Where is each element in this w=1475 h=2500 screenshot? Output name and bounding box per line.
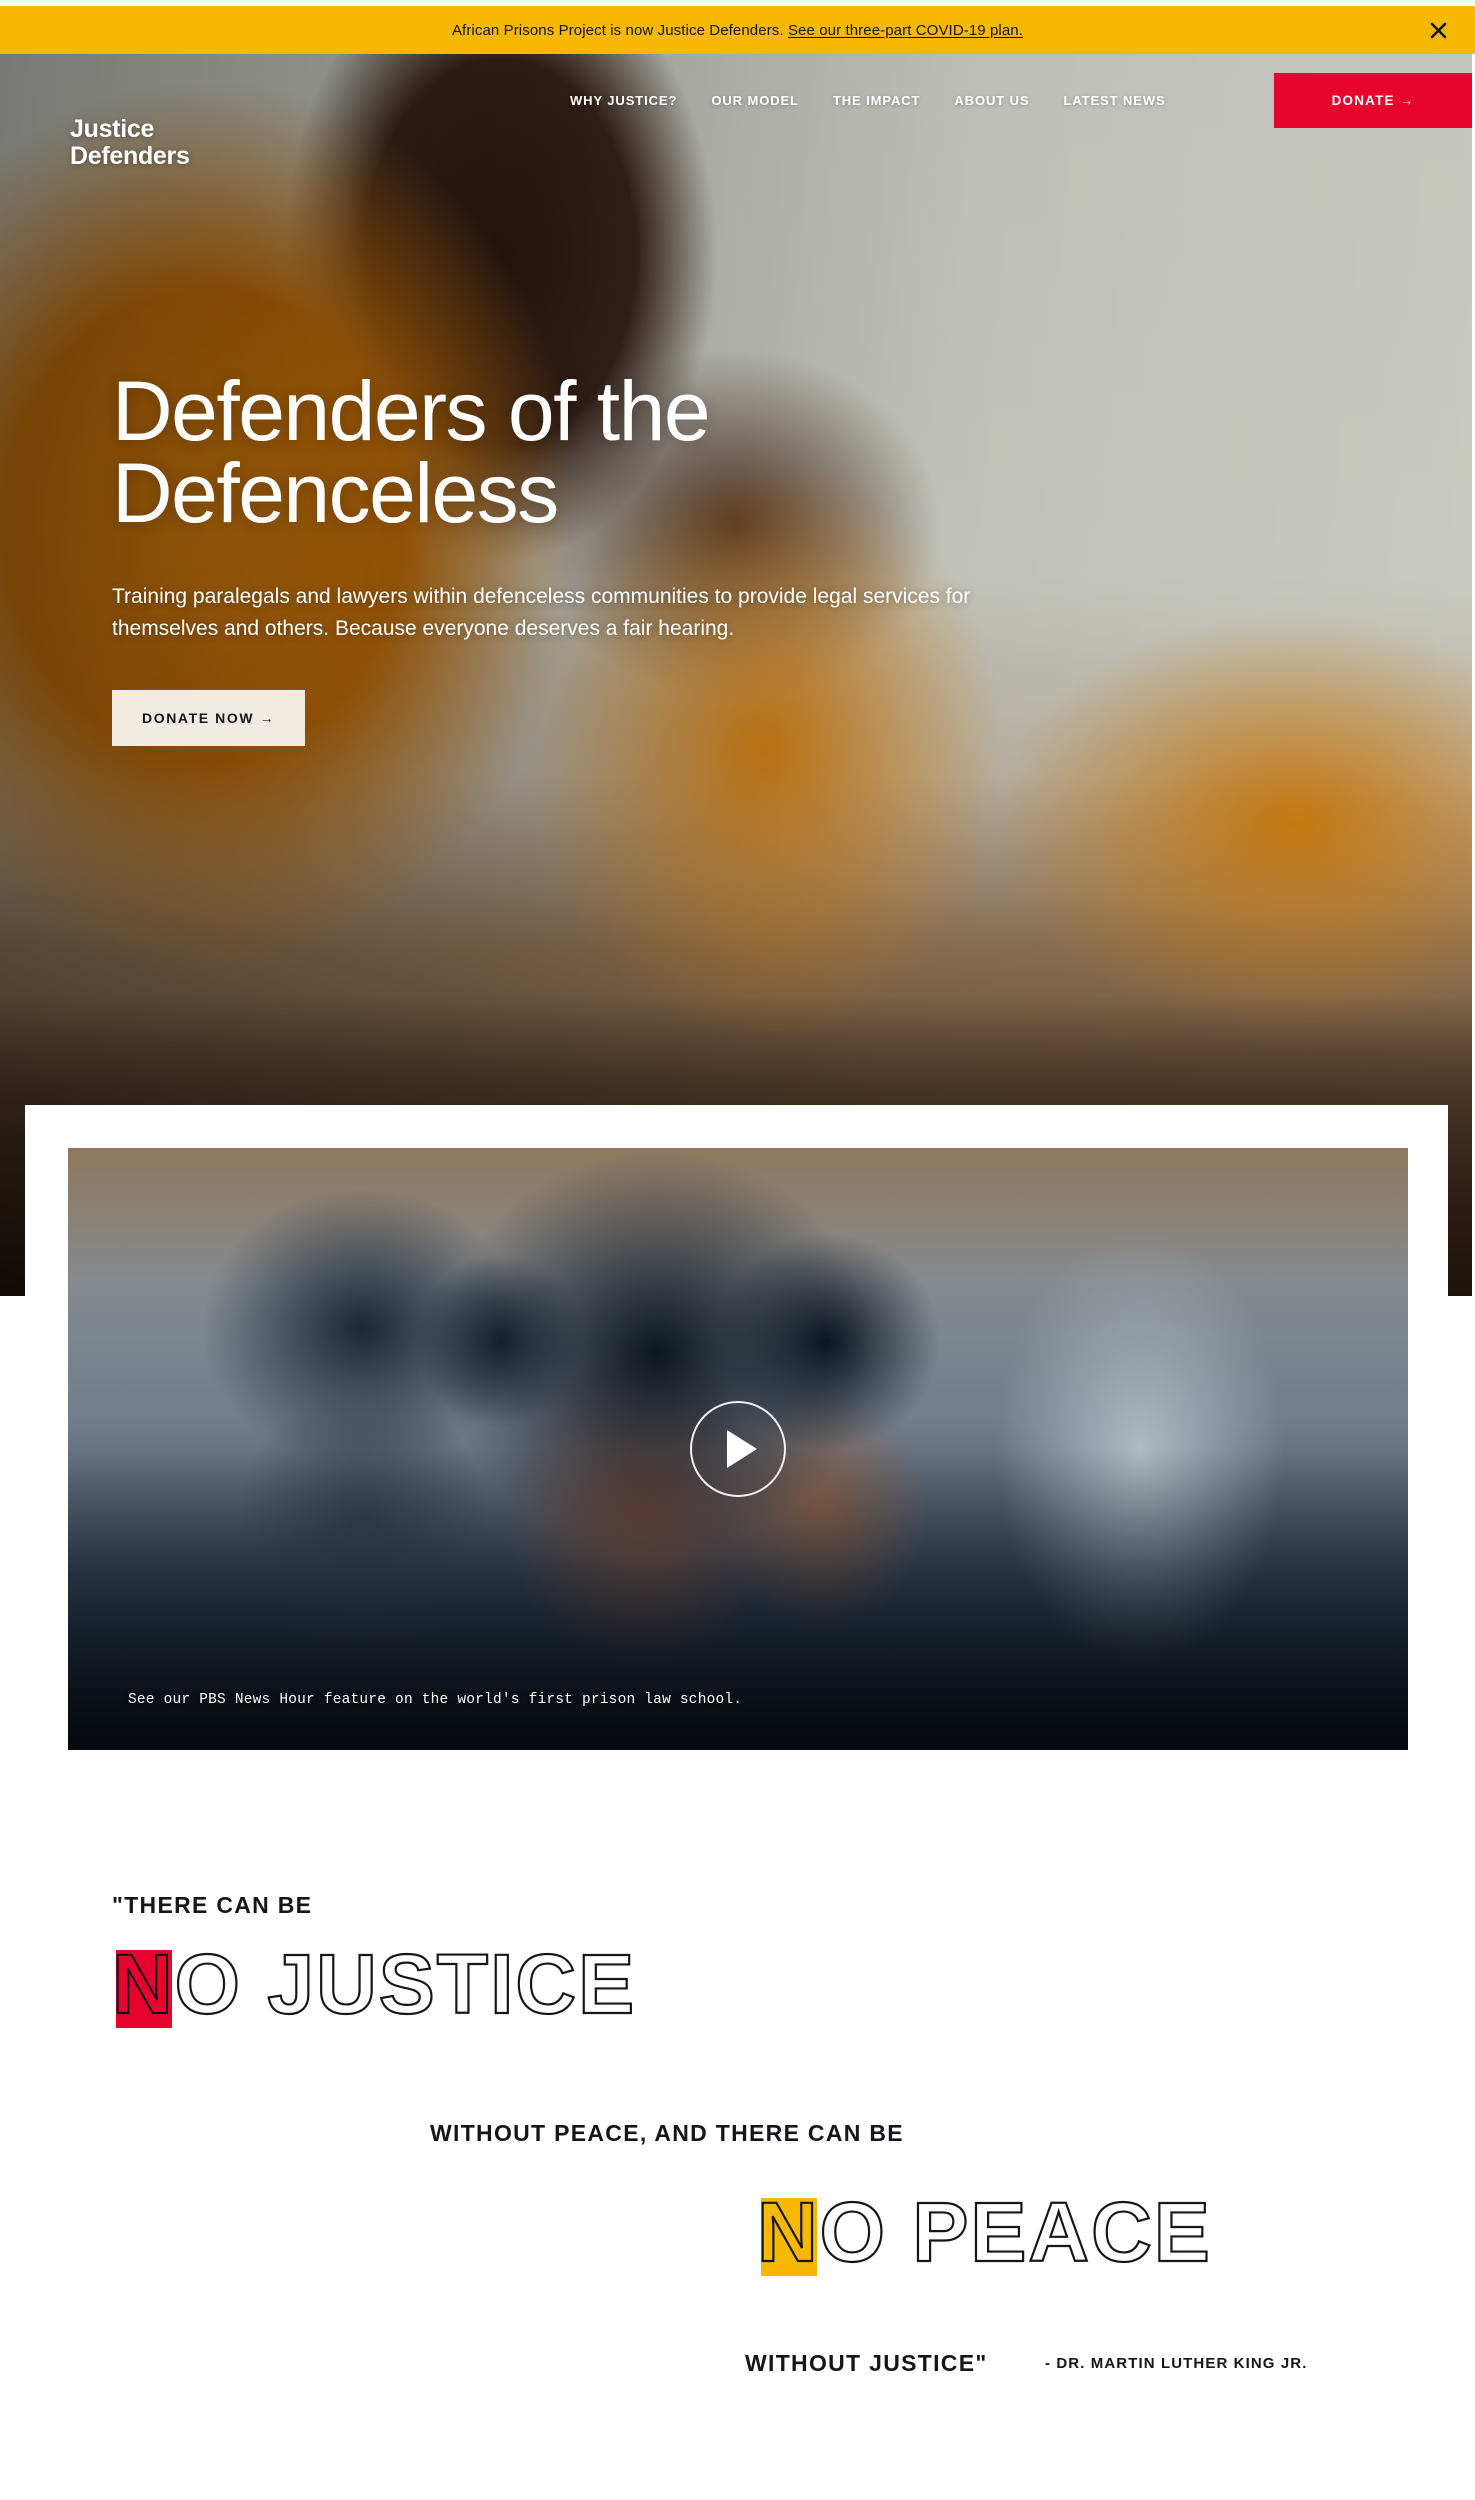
close-icon[interactable] — [1425, 17, 1451, 43]
hero-content: Defenders of the Defenceless Training pa… — [112, 364, 1012, 746]
quote-highlight-no-peace: N — [756, 2189, 820, 2276]
quote-highlight-no-justice: N — [111, 1941, 175, 2028]
quote-line-4: NO PEACE — [756, 2189, 1212, 2276]
video-caption: See our PBS News Hour feature on the wor… — [128, 1692, 743, 1708]
quote-section: "THERE CAN BE NO JUSTICE WITHOUT PEACE, … — [0, 1860, 1475, 2500]
nav-item-our-model[interactable]: OUR MODEL — [711, 93, 799, 108]
hero-subtitle: Training paralegals and lawyers within d… — [112, 584, 971, 641]
graduation-cap-decor-left — [416, 1256, 587, 1427]
video-player[interactable]: See our PBS News Hour feature on the wor… — [68, 1148, 1408, 1750]
nav-links: WHY JUSTICE? OUR MODEL THE IMPACT ABOUT … — [570, 54, 1166, 146]
covid-plan-link[interactable]: See our three-part COVID-19 plan. — [788, 22, 1023, 39]
logo[interactable]: Justice Defenders — [70, 116, 190, 170]
logo-line-1: Justice — [70, 115, 155, 143]
nav-item-why-justice[interactable]: WHY JUSTICE? — [570, 93, 677, 108]
hero-title-line-1: Defenders of the — [112, 364, 711, 458]
play-triangle — [726, 1430, 757, 1468]
nav-item-about-us[interactable]: ABOUT US — [954, 93, 1029, 108]
announcement-banner: African Prisons Project is now Justice D… — [0, 6, 1475, 54]
hero-title-line-2: Defenceless — [112, 446, 559, 541]
quote-line-3: WITHOUT PEACE, AND THERE CAN BE — [430, 2120, 904, 2146]
nav-item-the-impact[interactable]: THE IMPACT — [833, 93, 920, 108]
donate-button[interactable]: DONATE → — [1274, 73, 1472, 128]
video-panel: See our PBS News Hour feature on the wor… — [25, 1105, 1448, 1793]
quote-line-2-rest: O JUSTICE — [174, 1937, 637, 2031]
announcement-text: African Prisons Project is now Justice D… — [452, 22, 1023, 39]
quote-highlight-letter-red: N — [111, 1937, 175, 2031]
quote-line-1: "THERE CAN BE — [112, 1892, 313, 1918]
donate-now-button[interactable]: DONATE NOW → — [112, 689, 306, 746]
logo-line-2: Defenders — [70, 142, 190, 170]
quote-attribution: - DR. MARTIN LUTHER KING JR. — [1045, 2355, 1308, 2372]
main-navigation: Justice Defenders WHY JUSTICE? OUR MODEL… — [0, 54, 1472, 170]
page-root: African Prisons Project is now Justice D… — [0, 0, 1475, 2500]
play-icon[interactable] — [690, 1401, 786, 1497]
quote-line-5: WITHOUT JUSTICE" — [745, 2350, 988, 2376]
quote-highlight-letter-yellow: N — [756, 2185, 820, 2279]
quote-line-4-rest: O PEACE — [819, 2185, 1212, 2279]
announcement-message: African Prisons Project is now Justice D… — [451, 21, 784, 39]
nav-item-latest-news[interactable]: LATEST NEWS — [1063, 93, 1165, 108]
page-title: Defenders of the Defenceless — [112, 364, 1012, 541]
quote-line-2: NO JUSTICE — [111, 1941, 636, 2028]
